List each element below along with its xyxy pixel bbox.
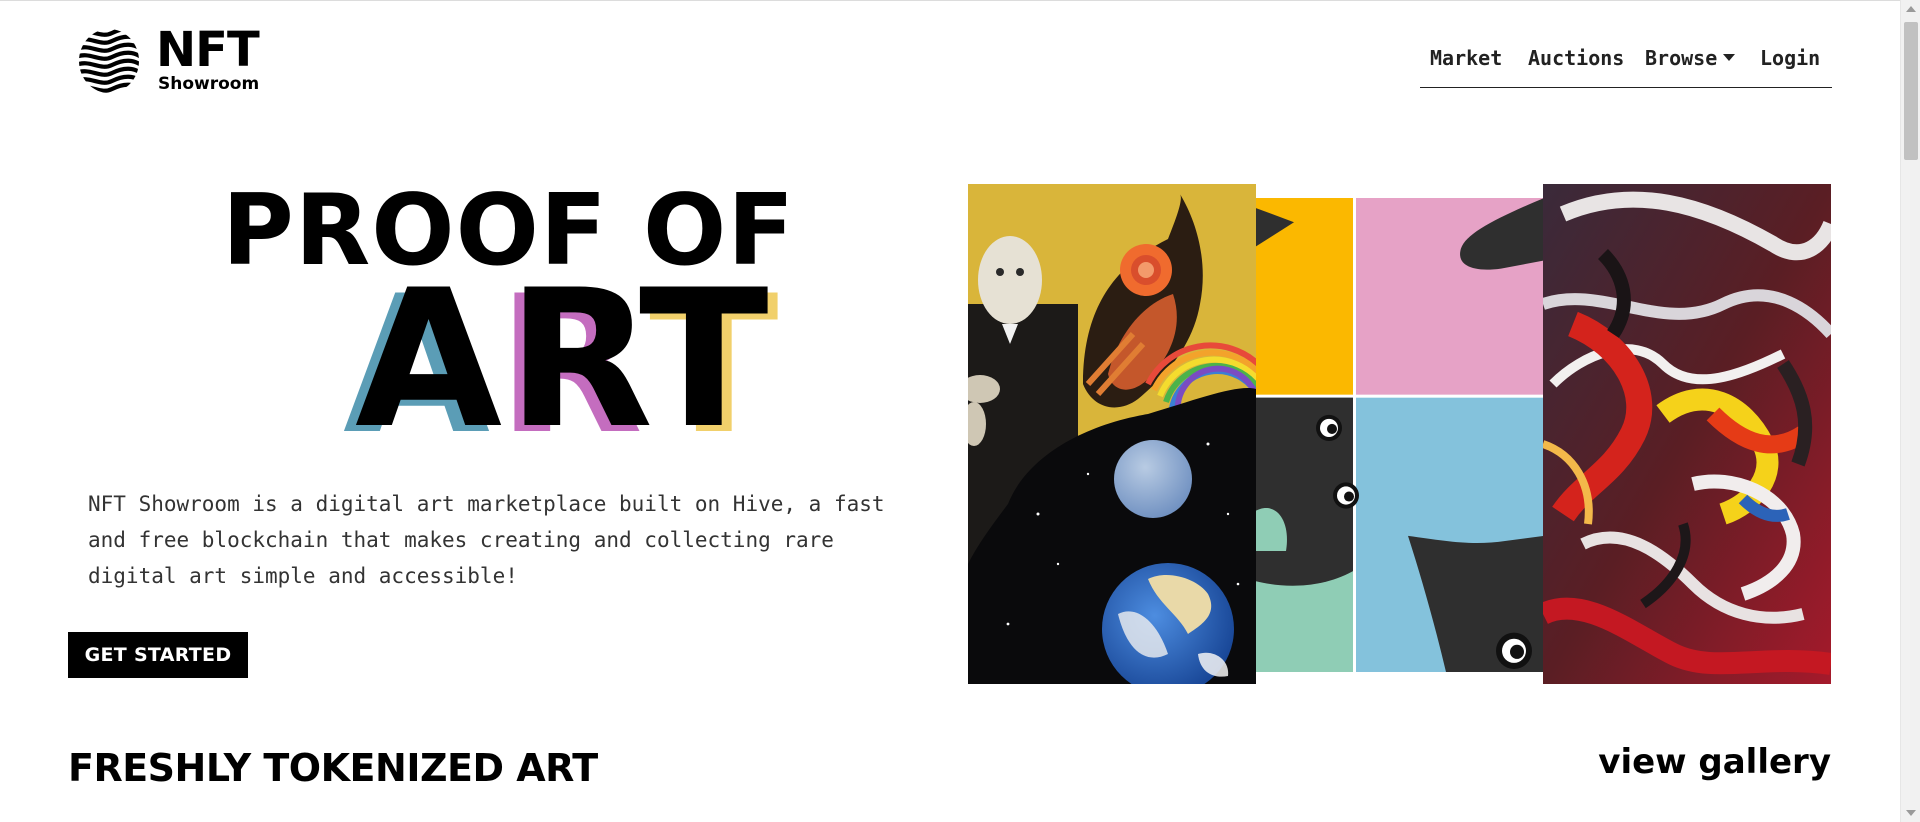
nav-auctions[interactable]: Auctions: [1528, 46, 1624, 70]
page-scrollbar[interactable]: [1900, 0, 1920, 822]
nav-login[interactable]: Login: [1760, 46, 1820, 70]
get-started-button[interactable]: GET STARTED: [68, 632, 248, 678]
nav-browse-dropdown[interactable]: Browse: [1645, 46, 1736, 70]
headline-letter-a: A: [355, 249, 503, 470]
nav-browse-label: Browse: [1645, 46, 1718, 70]
headline-letter-t: T: [639, 249, 769, 470]
brand-subtitle: Showroom: [158, 74, 260, 94]
section-title-fresh-art: FRESHLY TOKENIZED ART: [68, 746, 598, 790]
main-nav: Market Auctions Browse Login: [1420, 46, 1832, 88]
nav-market[interactable]: Market: [1430, 46, 1502, 70]
artwork-cat-grid[interactable]: [1256, 198, 1544, 672]
scrollbar-thumb[interactable]: [1904, 22, 1918, 160]
hero-artwork-collage: [968, 184, 1831, 684]
logo-sphere-icon: [79, 29, 139, 93]
brand-name: NFT: [156, 22, 260, 78]
headline-letter-r: R: [507, 249, 654, 470]
chevron-down-icon: [1723, 54, 1736, 61]
artwork-abstract[interactable]: [1543, 184, 1831, 684]
artwork-space-collage[interactable]: [968, 184, 1256, 684]
view-gallery-link[interactable]: view gallery: [1598, 742, 1831, 782]
top-border: [0, 0, 1920, 1]
scroll-down-icon[interactable]: [1906, 810, 1916, 816]
scroll-up-icon[interactable]: [1906, 6, 1916, 12]
hero-description: NFT Showroom is a digital art marketplac…: [88, 492, 885, 588]
